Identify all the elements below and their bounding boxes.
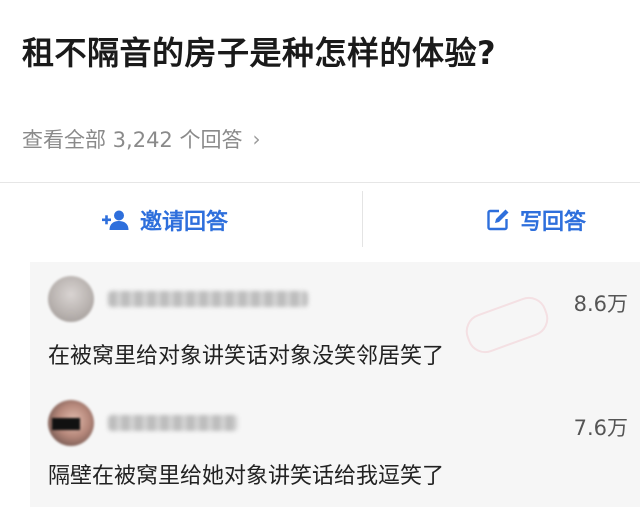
invite-answer-label: 邀请回答 xyxy=(140,210,229,235)
chevron-right-icon: › xyxy=(252,127,261,151)
answer-excerpt[interactable]: 隔壁在被窝里给她对象讲笑话给我逗笑了 xyxy=(48,458,628,490)
answer-list: 8.6万 在被窝里给对象讲笑话对象没笑邻居笑了 7.6万 隔壁在被窝里给她对象讲… xyxy=(30,262,640,507)
avatar[interactable] xyxy=(48,276,94,322)
question-page: 租不隔音的房子是种怎样的体验? 查看全部 3,242 个回答 › 邀请回答 写回… xyxy=(0,0,640,507)
add-user-icon xyxy=(100,209,130,231)
edit-icon xyxy=(486,208,510,232)
view-all-answers-label: 查看全部 3,242 个回答 xyxy=(22,128,243,152)
question-title: 租不隔音的房子是种怎样的体验? xyxy=(22,34,497,72)
answer-excerpt[interactable]: 在被窝里给对象讲笑话对象没笑邻居笑了 xyxy=(48,338,628,370)
action-bar: 邀请回答 写回答 xyxy=(0,183,640,257)
write-answer-label: 写回答 xyxy=(520,210,587,235)
invite-answer-button[interactable]: 邀请回答 xyxy=(100,183,228,257)
vote-count: 7.6万 xyxy=(573,416,628,440)
username-blurred[interactable] xyxy=(108,291,308,307)
view-all-answers-link[interactable]: 查看全部 3,242 个回答 › xyxy=(22,124,260,154)
avatar[interactable] xyxy=(48,400,94,446)
vote-count: 8.6万 xyxy=(573,292,628,316)
write-answer-button[interactable]: 写回答 xyxy=(486,183,586,257)
action-divider xyxy=(362,191,363,247)
username-blurred[interactable] xyxy=(108,415,238,431)
